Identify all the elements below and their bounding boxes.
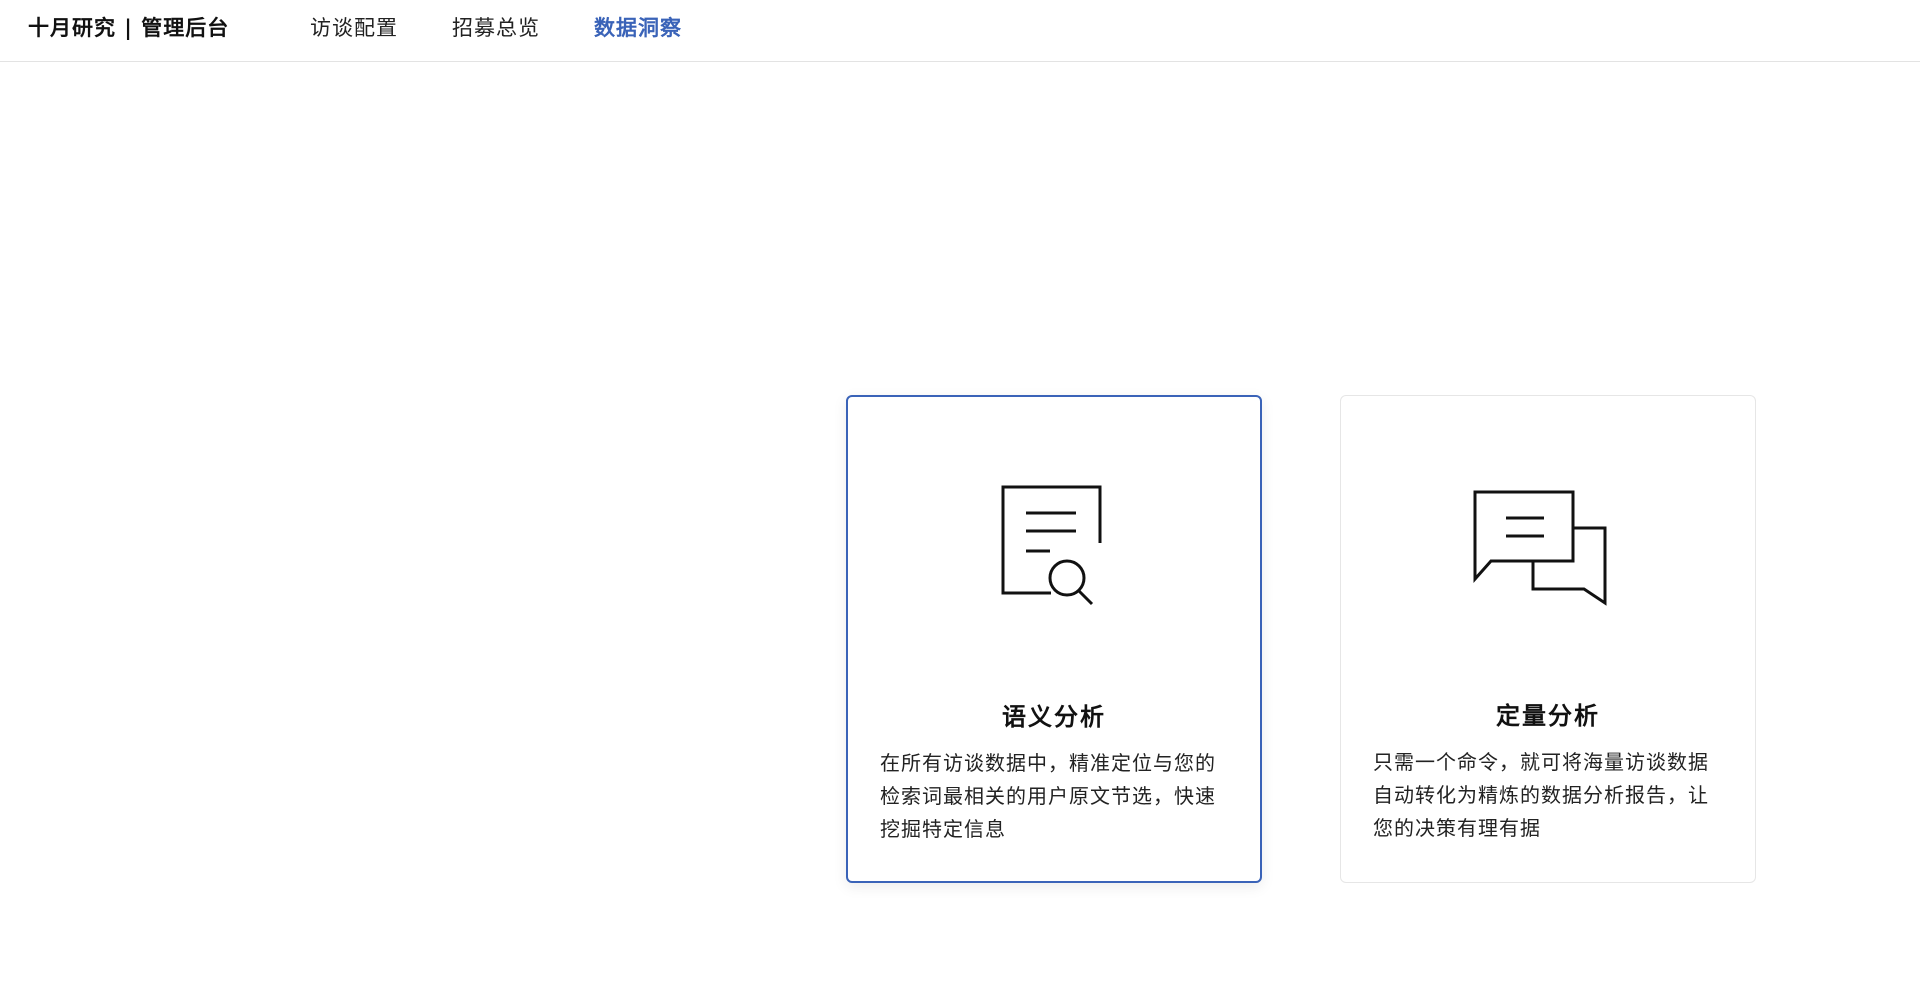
nav-tab-recruitment-overview[interactable]: 招募总览 — [452, 12, 540, 42]
card-title: 定量分析 — [1496, 701, 1600, 730]
card-description: 在所有访谈数据中，精准定位与您的检索词最相关的用户原文节选，快速挖掘特定信息 — [880, 751, 1216, 841]
nav-tab-data-insights[interactable]: 数据洞察 — [594, 12, 682, 42]
top-nav-bar: 十月研究 | 管理后台 访谈配置 招募总览 数据洞察 — [0, 0, 1920, 62]
semantic-analysis-card[interactable]: 语义分析 在所有访谈数据中，精准定位与您的检索词最相关的用户原文节选，快速挖掘特… — [846, 395, 1262, 883]
document-search-icon — [848, 485, 1260, 615]
card-title: 语义分析 — [1002, 702, 1106, 731]
card-description: 只需一个命令，就可将海量访谈数据自动转化为精炼的数据分析报告，让您的决策有理有据 — [1373, 750, 1709, 840]
main-nav: 访谈配置 招募总览 数据洞察 — [310, 12, 682, 42]
quantitative-analysis-card[interactable]: 定量分析 只需一个命令，就可将海量访谈数据自动转化为精炼的数据分析报告，让您的决… — [1340, 395, 1756, 883]
nav-tab-interview-config[interactable]: 访谈配置 — [310, 12, 398, 42]
brand-title: 十月研究 | 管理后台 — [28, 15, 230, 40]
chat-bubbles-icon — [1341, 484, 1755, 614]
